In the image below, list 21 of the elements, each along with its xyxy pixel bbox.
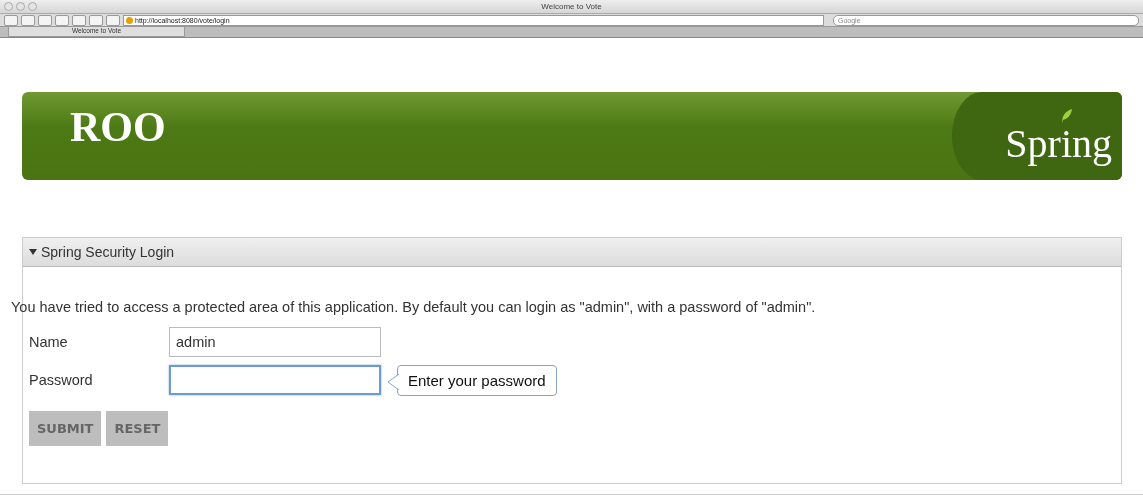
panel-title: Spring Security Login — [41, 244, 175, 260]
leaf-icon — [1060, 108, 1072, 123]
panel-header[interactable]: Spring Security Login — [23, 238, 1121, 267]
tooltip-pointer — [388, 373, 399, 390]
toolbar-button[interactable] — [55, 14, 69, 26]
logo: ROO — [70, 103, 166, 151]
toolbar-button[interactable] — [72, 14, 86, 26]
caret-icon — [29, 248, 37, 256]
window-title: Welcome to Vote — [541, 2, 602, 11]
field-label: Name — [29, 334, 69, 350]
text-field[interactable]: admin — [169, 327, 381, 357]
info-message: You have tried to access a protected area of this application. By default you can login as "admin", with a password of "admin". — [11, 299, 817, 315]
favicon-icon — [126, 16, 133, 24]
toolbar-button[interactable] — [106, 14, 120, 26]
toolbar-button[interactable] — [38, 14, 52, 26]
text-field[interactable] — [169, 365, 381, 395]
toolbar-button[interactable] — [21, 14, 35, 26]
logo: Spring — [1005, 123, 1112, 164]
field-label: Password — [29, 372, 94, 388]
toolbar-button[interactable] — [4, 14, 18, 26]
toolbar-button[interactable] — [89, 14, 103, 26]
